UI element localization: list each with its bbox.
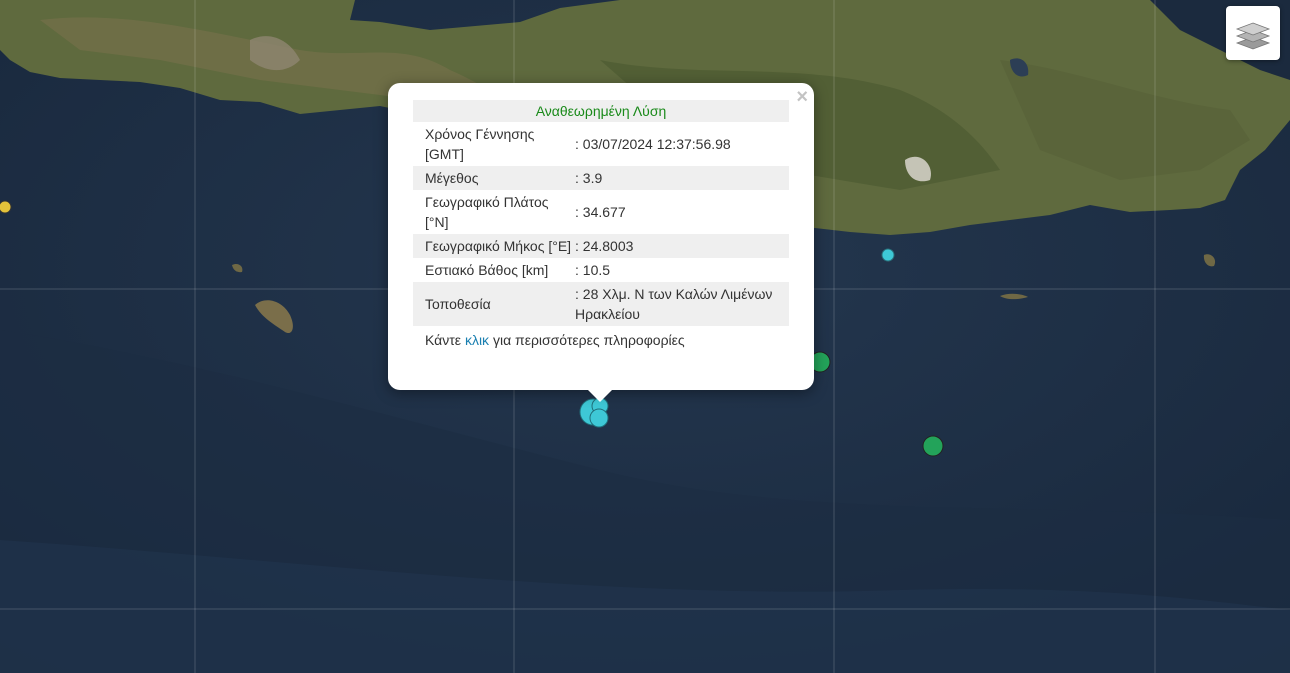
detail-label: Εστιακό Βάθος [km] (425, 262, 549, 278)
detail-value: : 28 Χλμ. Ν των Καλών Λιμένων Ηρακλείου (573, 282, 789, 326)
detail-value: : 03/07/2024 12:37:56.98 (575, 136, 731, 152)
earthquake-details-table: Αναθεωρημένη Λύση Χρόνος Γέννησης [GMT] … (413, 100, 789, 326)
popup-content: Αναθεωρημένη Λύση Χρόνος Γέννησης [GMT] … (413, 100, 789, 348)
layer-switcher-button[interactable] (1226, 6, 1280, 60)
map-container[interactable]: × Αναθεωρημένη Λύση Χρόνος Γέννησης [GMT… (0, 0, 1290, 673)
detail-row: Γεωγραφικό Πλάτος [°N] : 34.677 (413, 190, 789, 234)
detail-row: Εστιακό Βάθος [km] : 10.5 (413, 258, 789, 282)
detail-row: Τοποθεσία : 28 Χλμ. Ν των Καλών Λιμένων … (413, 282, 789, 326)
popup-tip (587, 389, 613, 402)
detail-value: : 10.5 (575, 262, 611, 278)
detail-value: : 24.8003 (573, 234, 789, 258)
more-info-link[interactable]: κλικ (465, 332, 489, 348)
popup-heading: Αναθεωρημένη Λύση (413, 100, 789, 122)
earthquake-marker-cyan[interactable] (589, 408, 609, 428)
detail-value: : 34.677 (575, 204, 626, 220)
layers-icon (1235, 22, 1271, 50)
detail-label: Γεωγραφικό Πλάτος [°N] (425, 194, 549, 230)
popup-heading-row: Αναθεωρημένη Λύση (413, 100, 789, 122)
detail-label: Γεωγραφικό Μήκος [°E] (413, 234, 573, 258)
earthquake-marker-cyan-small[interactable] (881, 248, 895, 262)
more-info-line: Κάντε κλικ για περισσότερες πληροφορίες (413, 326, 789, 348)
detail-row: Χρόνος Γέννησης [GMT] : 03/07/2024 12:37… (413, 122, 789, 166)
more-info-prefix: Κάντε (425, 332, 462, 348)
earthquake-marker-green[interactable] (922, 435, 944, 457)
more-info-suffix: για περισσότερες πληροφορίες (492, 332, 685, 348)
detail-label: Τοποθεσία (413, 282, 573, 326)
detail-label: Μέγεθος (413, 166, 573, 190)
detail-label: Χρόνος Γέννησης [GMT] (425, 126, 535, 162)
detail-value: : 3.9 (573, 166, 789, 190)
detail-row: Γεωγραφικό Μήκος [°E] : 24.8003 (413, 234, 789, 258)
earthquake-popup: × Αναθεωρημένη Λύση Χρόνος Γέννησης [GMT… (388, 83, 814, 390)
popup-close-button[interactable]: × (796, 85, 808, 109)
earthquake-marker-yellow[interactable] (0, 200, 12, 214)
detail-row: Μέγεθος : 3.9 (413, 166, 789, 190)
